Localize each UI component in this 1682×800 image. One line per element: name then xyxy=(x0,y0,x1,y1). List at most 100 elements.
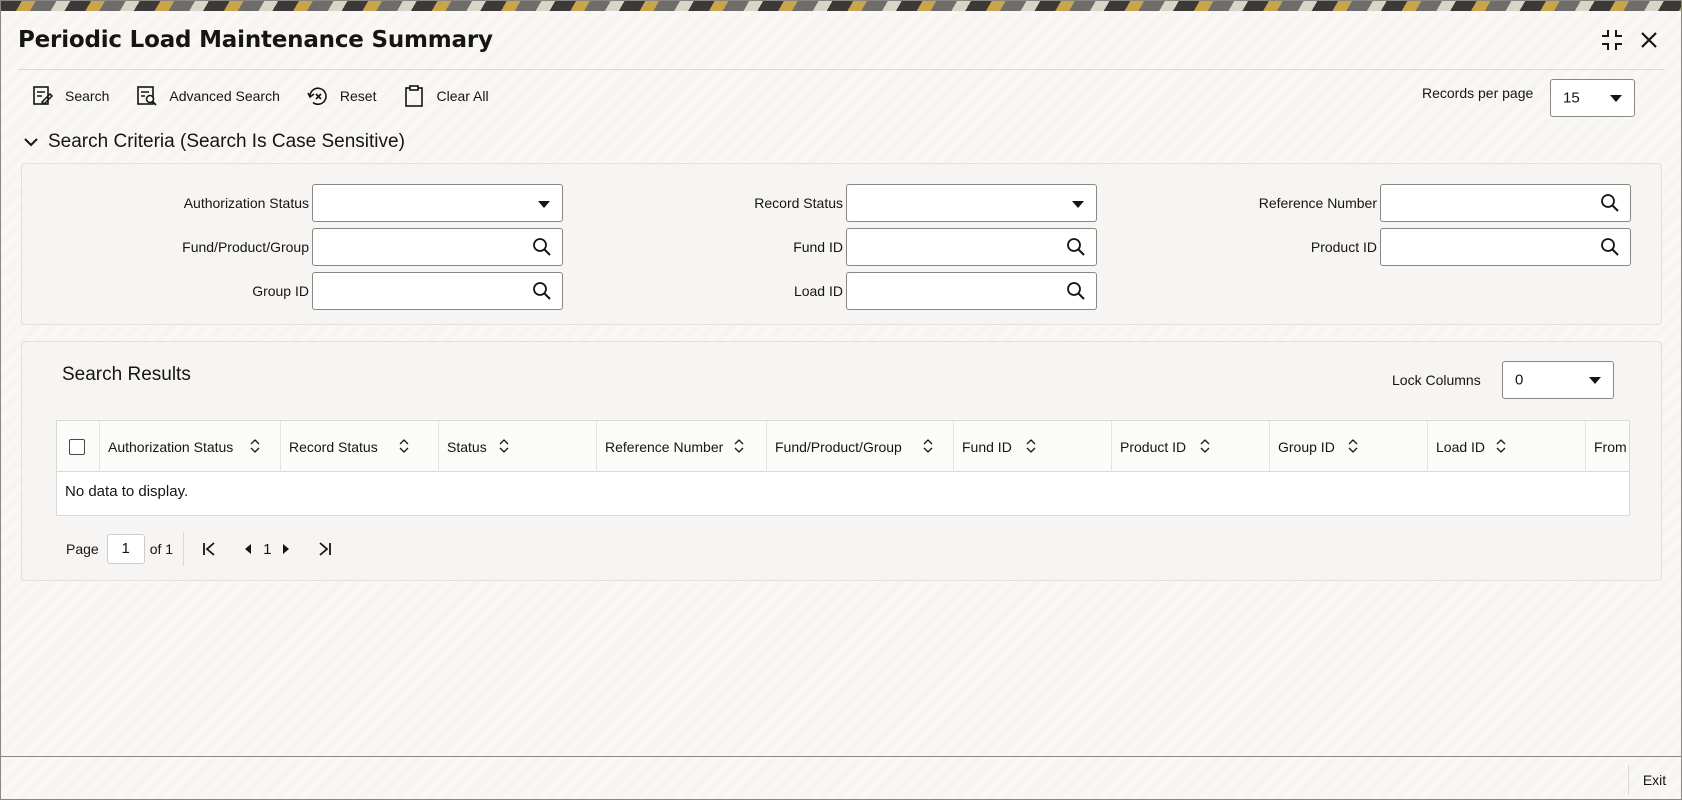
current-page: 1 xyxy=(263,540,272,558)
first-page-button[interactable] xyxy=(197,537,221,561)
column-header[interactable]: Status xyxy=(439,421,597,472)
advanced-search-button[interactable]: Advanced Search xyxy=(135,84,280,108)
sort-icon[interactable] xyxy=(399,439,409,453)
authorization-status-select[interactable] xyxy=(312,184,563,222)
table-header: Authorization Status Record Status Statu… xyxy=(57,421,1629,472)
search-icon[interactable] xyxy=(1600,193,1620,213)
sort-icon[interactable] xyxy=(1496,439,1506,453)
column-header[interactable]: Authorization Status xyxy=(100,421,281,472)
fund-product-group-input[interactable] xyxy=(312,228,563,266)
column-header[interactable]: Record Status xyxy=(281,421,439,472)
search-icon[interactable] xyxy=(1600,237,1620,257)
column-header-label: Fund/Product/Group xyxy=(775,438,902,455)
reset-icon xyxy=(307,87,327,106)
clear-all-button[interactable]: Clear All xyxy=(402,84,489,108)
fund-product-group-label: Fund/Product/Group xyxy=(182,239,309,255)
exit-button[interactable]: Exit xyxy=(1628,765,1680,795)
select-all-checkbox[interactable] xyxy=(69,438,85,455)
reference-number-label: Reference Number xyxy=(1258,195,1377,211)
column-header-label: Load ID xyxy=(1436,438,1486,455)
column-header-label: Fund ID xyxy=(962,438,1012,455)
previous-page-icon xyxy=(245,544,252,554)
lock-columns-label: Lock Columns xyxy=(1392,372,1481,388)
search-label: Search xyxy=(65,88,110,104)
search-icon[interactable] xyxy=(1066,237,1086,257)
search-results-title: Search Results xyxy=(62,364,191,385)
sort-icon[interactable] xyxy=(250,439,260,453)
column-header[interactable]: Fund/Product/Group xyxy=(767,421,954,472)
search-button[interactable]: Search xyxy=(31,84,109,108)
first-page-icon xyxy=(203,542,215,556)
search-form-icon xyxy=(33,86,54,106)
lock-columns-select[interactable]: 0 xyxy=(1502,361,1614,399)
column-header[interactable]: Product ID xyxy=(1112,421,1270,472)
sort-icon[interactable] xyxy=(499,439,509,453)
search-icon[interactable] xyxy=(1066,281,1086,301)
column-header[interactable]: Group ID xyxy=(1270,421,1428,472)
column-header-label: Record Status xyxy=(289,438,378,455)
sort-icon[interactable] xyxy=(1026,439,1036,453)
column-header-label: Group ID xyxy=(1278,438,1335,455)
maximize-button[interactable] xyxy=(1599,27,1625,53)
minimize-corners-icon xyxy=(1602,30,1622,50)
column-header[interactable]: Fund ID xyxy=(954,421,1112,472)
column-header-label: Status xyxy=(447,438,487,455)
search-criteria-panel: Authorization Status Record Status Refer… xyxy=(21,163,1662,325)
summary-window: Periodic Load Maintenance Summary Search xyxy=(0,0,1682,800)
toolbar: Search Advanced Search Reset Clear All xyxy=(31,81,515,111)
reset-label: Reset xyxy=(339,88,377,104)
column-header[interactable]: Load ID xyxy=(1428,421,1586,472)
record-status-label: Record Status xyxy=(754,195,843,211)
search-icon[interactable] xyxy=(532,281,552,301)
reset-button[interactable]: Reset xyxy=(306,84,377,108)
title-divider xyxy=(18,69,1664,70)
product-id-label: Product ID xyxy=(1310,239,1377,255)
results-table: Authorization Status Record Status Statu… xyxy=(56,420,1630,516)
next-page-icon xyxy=(283,544,290,554)
chevron-down-icon xyxy=(1589,377,1601,384)
authorization-status-label: Authorization Status xyxy=(183,195,309,211)
sort-icon[interactable] xyxy=(923,439,933,453)
product-id-input[interactable] xyxy=(1380,228,1631,266)
records-per-page-select[interactable]: 15 xyxy=(1550,79,1635,117)
sort-icon[interactable] xyxy=(734,439,744,453)
last-page-button[interactable] xyxy=(313,537,337,561)
search-icon[interactable] xyxy=(532,237,552,257)
close-button[interactable] xyxy=(1636,27,1662,53)
page-title: Periodic Load Maintenance Summary xyxy=(18,27,493,53)
close-icon xyxy=(1641,32,1657,48)
page-number-input[interactable]: 1 xyxy=(106,534,145,564)
column-header-label: Authorization Status xyxy=(108,438,234,455)
column-header[interactable]: From xyxy=(1586,421,1629,472)
reference-number-input[interactable] xyxy=(1380,184,1631,222)
search-results-panel: Search Results Lock Columns 0 Authorizat… xyxy=(21,341,1662,581)
header-banner xyxy=(1,1,1681,11)
last-page-icon xyxy=(319,542,332,556)
advanced-search-label: Advanced Search xyxy=(169,88,280,104)
sort-icon[interactable] xyxy=(1348,439,1358,453)
column-header-label: From xyxy=(1594,438,1627,455)
column-header-label: Reference Number xyxy=(605,438,724,455)
pager-divider xyxy=(183,532,185,566)
chevron-down-icon xyxy=(24,138,38,147)
load-id-input[interactable] xyxy=(846,272,1097,310)
sort-icon[interactable] xyxy=(1200,439,1210,453)
pagination: Page 1 of 1 1 xyxy=(66,532,340,566)
search-criteria-title: Search Criteria (Search Is Case Sensitiv… xyxy=(48,131,405,152)
chevron-down-icon xyxy=(538,201,550,208)
records-per-page-value: 15 xyxy=(1563,89,1580,107)
page-label: Page xyxy=(66,541,99,557)
search-criteria-toggle[interactable]: Search Criteria (Search Is Case Sensitiv… xyxy=(23,131,405,153)
records-per-page-label: Records per page xyxy=(1422,85,1534,101)
clear-all-label: Clear All xyxy=(436,88,489,104)
group-id-label: Group ID xyxy=(252,283,309,299)
record-status-select[interactable] xyxy=(846,184,1097,222)
page-of-label: of 1 xyxy=(149,541,174,557)
column-header[interactable]: Reference Number xyxy=(597,421,767,472)
load-id-label: Load ID xyxy=(793,283,843,299)
next-page-button[interactable] xyxy=(274,537,298,561)
advanced-search-icon xyxy=(137,86,157,106)
previous-page-button[interactable] xyxy=(236,537,260,561)
group-id-input[interactable] xyxy=(312,272,563,310)
fund-id-input[interactable] xyxy=(846,228,1097,266)
